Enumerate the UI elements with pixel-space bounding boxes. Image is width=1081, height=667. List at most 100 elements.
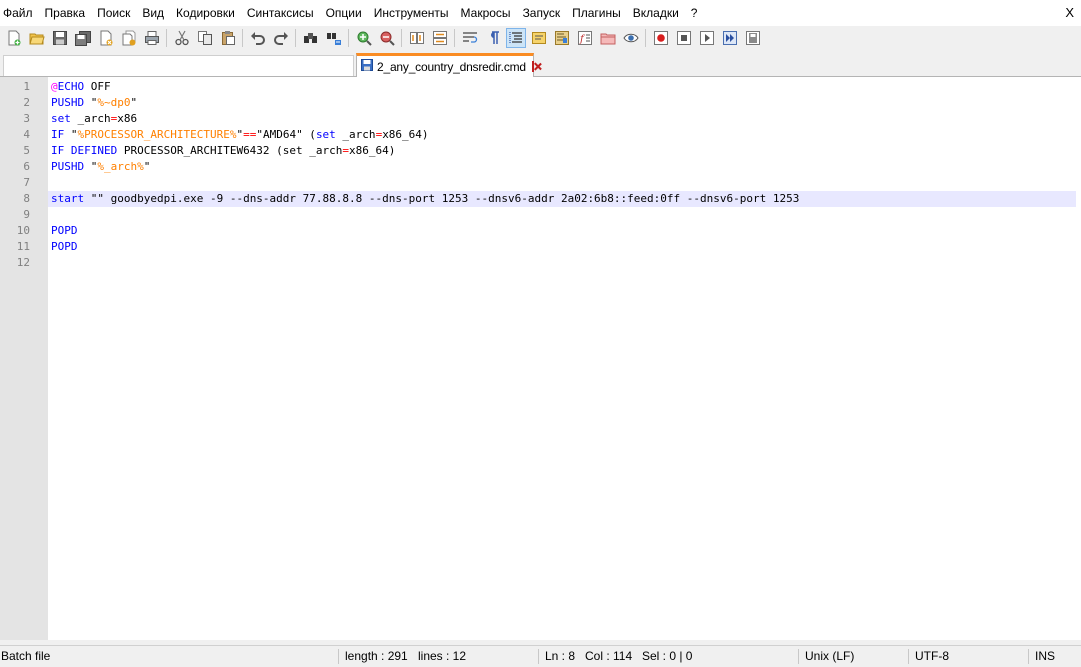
code-token: POPD [51,224,78,237]
document-map-icon[interactable] [553,29,571,47]
status-divider [908,649,909,664]
sync-horizontal-icon[interactable] [431,29,449,47]
code-token: ECHO [57,80,85,93]
editor[interactable]: 1 2 3 4 5 6 7 8 9 10 11 12 @ECHO OFF PUSHD "%~dp0" se… [0,77,1081,640]
playback-macro-icon[interactable] [698,29,716,47]
code-line[interactable]: POPD [48,223,1076,239]
menu-item[interactable]: Макросы [456,0,518,26]
run-macro-multiple-icon[interactable] [721,29,739,47]
code-line[interactable]: set _arch=x86 [48,111,1076,127]
code-token: IF [51,128,65,141]
toolbar-separator [242,29,243,47]
code-token: @ [51,80,58,93]
code-token: PROCESSOR_ARCHITEW6432 (set _arch [117,144,343,157]
indent-guide-icon[interactable] [506,28,526,48]
status-lines: lines : 12 [418,649,467,663]
menu-item[interactable]: ? [686,0,705,26]
code-token: " [143,160,151,173]
zoom-out-icon[interactable] [378,29,396,47]
code-line[interactable]: @ECHO OFF [48,79,1076,95]
word-wrap-icon[interactable] [461,29,479,47]
code-token: == [243,128,257,141]
tab-close-icon[interactable] [531,61,534,72]
code-token: PUSHD [51,160,85,173]
menu-item[interactable]: Синтаксисы [242,0,321,26]
print-icon[interactable] [143,29,161,47]
monitoring-icon[interactable] [622,29,640,47]
code-line[interactable] [48,175,1076,191]
save-all-icon[interactable] [74,29,92,47]
status-selection: Sel : 0 | 0 [642,649,693,663]
paste-icon[interactable] [219,29,237,47]
close-file-icon[interactable] [97,29,115,47]
code-line[interactable]: PUSHD "%~dp0" [48,95,1076,111]
line-number: 8 [23,192,30,205]
code-token: _arch [70,112,111,125]
code-token: " [84,160,98,173]
menu-item[interactable]: Поиск [92,0,137,26]
menu-item[interactable]: Опции [321,0,369,26]
menu-item[interactable]: Файл [0,0,40,26]
zoom-in-icon[interactable] [355,29,373,47]
code-line[interactable]: IF "%PROCESSOR_ARCHITECTURE%"=="AMD64" (… [48,127,1076,143]
new-file-icon[interactable] [5,29,23,47]
status-divider [338,649,339,664]
toolbar-separator [166,29,167,47]
code-line[interactable]: start "" goodbyedpi.exe -9 --dns-addr 77… [48,191,1076,207]
menu-item[interactable]: Запуск [518,0,568,26]
line-number: 10 [16,224,30,237]
status-column-position: Col : 114 [585,649,633,663]
menu-item[interactable]: Вид [137,0,171,26]
menu-item[interactable]: Кодировки [171,0,242,26]
code-token: %_arch% [97,160,144,173]
code-line[interactable] [48,255,1076,271]
stop-recording-icon[interactable] [675,29,693,47]
sync-vertical-icon[interactable] [408,29,426,47]
code-token: PUSHD [51,96,85,109]
code-token: " [64,128,78,141]
code-area[interactable]: @ECHO OFF PUSHD "%~dp0" set _arch=x86 IF "%… [48,77,1081,640]
menu-items: Файл Правка Поиск Вид Кодировки Синтаксисы Опц… [0,0,704,26]
status-divider [798,649,799,664]
folder-as-workspace-icon[interactable] [599,29,617,47]
show-all-characters-icon[interactable] [484,29,502,47]
code-token: IF DEFINED [51,144,118,157]
undo-icon[interactable] [249,29,267,47]
code-token: _arch [335,128,376,141]
save-icon[interactable] [51,29,69,47]
function-list-icon[interactable]: f [576,29,594,47]
open-file-icon[interactable] [28,29,46,47]
code-line[interactable]: POPD [48,239,1076,255]
code-line[interactable]: PUSHD "%_arch%" [48,159,1076,175]
code-line[interactable]: IF DEFINED PROCESSOR_ARCHITEW6432 (set _… [48,143,1076,159]
line-number: 12 [16,256,30,269]
find-icon[interactable] [302,29,320,47]
code-line[interactable] [48,207,1076,223]
toolbar-separator [401,29,402,47]
code-token: %~dp0 [97,96,131,109]
save-macro-icon[interactable] [744,29,762,47]
toolbar-separator [454,29,455,47]
toolbar-separator [348,29,349,47]
line-number: 9 [23,208,30,221]
menu-item[interactable]: Инструменты [369,0,456,26]
status-insert-mode: INS [1035,649,1056,663]
close-document-button[interactable]: X [1065,0,1074,26]
redo-icon[interactable] [272,29,290,47]
menu-item[interactable]: Правка [40,0,93,26]
menu-item[interactable]: Плагины [567,0,628,26]
cut-icon[interactable] [173,29,191,47]
tab-active-document[interactable]: 2_any_country_dnsredir.cmd [356,53,534,77]
code-token: x86_64) [349,144,396,157]
menu-item[interactable]: Вкладки [628,0,686,26]
user-defined-language-icon[interactable] [530,29,548,47]
replace-icon[interactable] [325,29,343,47]
copy-icon[interactable] [196,29,214,47]
code-token: " [130,96,138,109]
menu-bar: Файл Правка Поиск Вид Кодировки Синтаксисы Опц… [0,0,1081,26]
status-divider [1028,649,1029,664]
line-number: 6 [23,160,30,173]
code-token: start [51,192,85,205]
record-macro-icon[interactable] [652,29,670,47]
close-all-icon[interactable] [120,29,138,47]
